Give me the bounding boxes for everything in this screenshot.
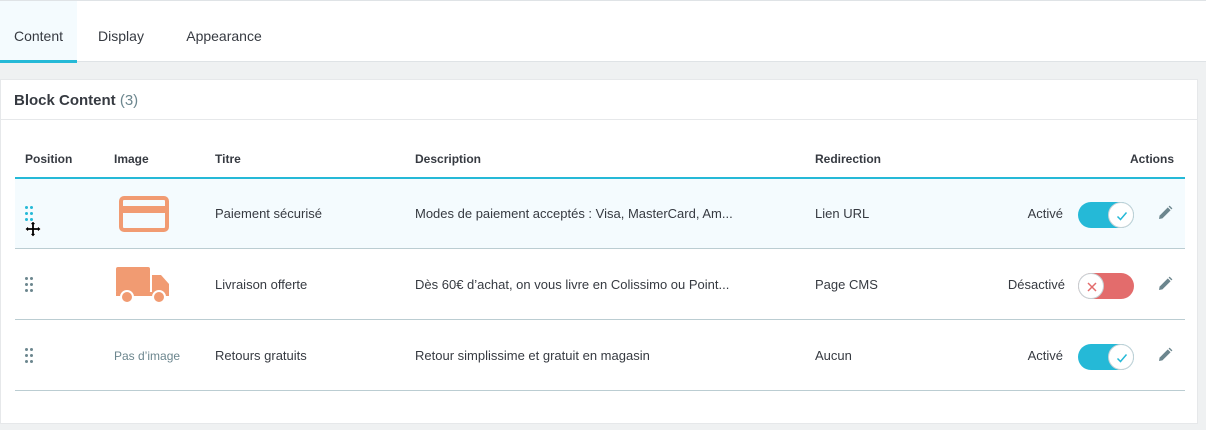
toggle-knob	[1108, 202, 1134, 228]
row-status: Activé	[1027, 206, 1063, 221]
row-titre: Livraison offerte	[215, 277, 308, 292]
panel-title: Block Content	[14, 92, 116, 109]
drag-handle-icon[interactable]	[25, 348, 35, 364]
row-status: Activé	[1027, 348, 1063, 363]
row-status: Désactivé	[1007, 277, 1065, 292]
row-titre: Paiement sécurisé	[215, 206, 322, 221]
row-redirection: Aucun	[815, 348, 852, 363]
edit-icon[interactable]	[1157, 205, 1173, 221]
row-description: Retour simplissime et gratuit en magasin	[415, 348, 650, 363]
move-cursor-icon	[24, 220, 42, 238]
header-actions: Actions	[1130, 152, 1175, 166]
panel-count: (3)	[119, 92, 139, 109]
header-position[interactable]: Position	[25, 152, 72, 166]
truck-icon	[116, 267, 169, 304]
tab-appearance[interactable]: Appearance	[172, 1, 276, 62]
status-toggle[interactable]	[1078, 344, 1134, 370]
check-icon	[1116, 212, 1128, 221]
row-redirection: Page CMS	[815, 277, 878, 292]
close-icon	[1087, 282, 1097, 292]
tab-display[interactable]: Display	[85, 1, 157, 62]
table-row[interactable]: Pas d’image Retours gratuits Retour simp…	[15, 321, 1185, 391]
header-redirection: Redirection	[815, 152, 882, 166]
credit-card-icon	[119, 196, 169, 232]
edit-icon[interactable]	[1157, 347, 1173, 363]
tab-content[interactable]: Content	[0, 1, 77, 63]
block-content-panel: Block Content (3) Position Image Titre D…	[0, 79, 1198, 424]
header-image: Image	[114, 152, 149, 166]
status-toggle[interactable]	[1078, 202, 1134, 228]
row-description: Dès 60€ d’achat, on vous livre en Coliss…	[415, 277, 730, 292]
tabs-bar: Content Display Appearance	[0, 0, 1206, 63]
row-description: Modes de paiement acceptés : Visa, Maste…	[415, 206, 733, 221]
toggle-knob	[1108, 344, 1134, 370]
edit-icon[interactable]	[1157, 276, 1173, 292]
row-titre: Retours gratuits	[215, 348, 307, 363]
row-redirection: Lien URL	[815, 206, 870, 221]
table-row[interactable]: Paiement sécurisé Modes de paiement acce…	[15, 179, 1185, 249]
panel-header: Block Content (3)	[1, 80, 1197, 120]
toggle-knob	[1078, 273, 1104, 299]
status-toggle[interactable]	[1078, 273, 1134, 299]
check-icon	[1116, 354, 1128, 363]
header-description: Description	[415, 152, 482, 166]
table-row[interactable]: Livraison offerte Dès 60€ d’achat, on vo…	[15, 250, 1185, 320]
drag-handle-icon[interactable]	[25, 277, 35, 293]
header-titre: Titre	[215, 152, 241, 166]
no-image-label: Pas d’image	[114, 349, 181, 363]
